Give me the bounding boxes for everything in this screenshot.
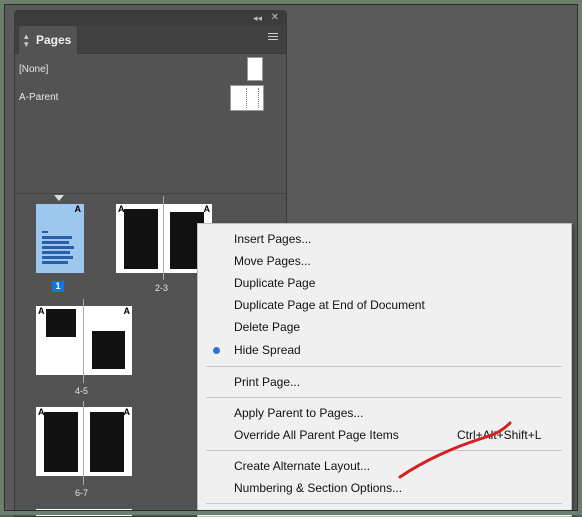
tab-sort-arrows-icon: ▴ ▾	[24, 31, 29, 49]
spread-spine	[83, 299, 84, 383]
menu-item-label: Insert Pages...	[234, 232, 312, 246]
parent-thumbnail	[230, 85, 264, 111]
text-block	[44, 412, 78, 472]
menu-separator	[206, 366, 562, 367]
parent-item-label: [None]	[19, 64, 49, 75]
text-block	[42, 246, 74, 249]
parent-indicator: A	[38, 306, 45, 316]
spread-thumbnail-6-7[interactable]: A A	[36, 407, 132, 476]
parent-indicator: A	[74, 204, 82, 214]
spread-spine	[83, 401, 84, 485]
menu-item-hide-spread[interactable]: Hide Spread	[198, 339, 571, 361]
text-block	[42, 261, 68, 264]
text-block	[42, 236, 72, 239]
parent-item-a-parent[interactable]: A-Parent	[15, 85, 286, 111]
current-page-marker-icon	[54, 195, 64, 201]
menu-item-delete-page[interactable]: Delete Page	[198, 316, 571, 338]
menu-item-insert-pages[interactable]: Insert Pages...	[198, 228, 571, 250]
spread-thumbnail-4-5[interactable]: A A	[36, 306, 132, 375]
spread-label: 6-7	[75, 488, 89, 498]
text-block	[46, 309, 76, 337]
menu-item-label: Duplicate Page	[234, 276, 316, 290]
menu-item-move-pages[interactable]: Move Pages...	[198, 250, 571, 272]
menu-item-duplicate-page[interactable]: Duplicate Page	[198, 272, 571, 294]
panel-title-bar[interactable]: ◂◂ ✕	[15, 11, 286, 25]
bullet-icon	[213, 347, 220, 354]
parents-pages-divider[interactable]	[15, 131, 286, 194]
page-number-badge[interactable]: 1	[52, 281, 64, 292]
menu-item-label: Duplicate Page at End of Document	[234, 298, 425, 312]
parent-thumbnail	[247, 57, 263, 81]
parent-item-label: A-Parent	[19, 92, 59, 103]
menu-item-label: Move Pages...	[234, 254, 311, 268]
menu-item-duplicate-page-at-end[interactable]: Duplicate Page at End of Document	[198, 294, 571, 316]
spread-thumbnail-partial[interactable]	[36, 509, 132, 516]
panel-menu-icon[interactable]	[268, 33, 278, 42]
parent-indicator: A	[123, 407, 131, 417]
text-block	[90, 412, 124, 472]
menu-item-label: Apply Parent to Pages...	[234, 406, 364, 420]
text-block	[92, 331, 125, 369]
parent-indicator: A	[123, 306, 131, 316]
menu-item-label: Hide Spread	[234, 343, 301, 357]
menu-item-label: Delete Page	[234, 320, 301, 334]
annotation-arrow	[398, 421, 512, 479]
spread-label: 4-5	[75, 386, 89, 396]
tab-pages-label: Pages	[36, 33, 72, 47]
text-block	[42, 231, 48, 233]
parent-indicator: A	[203, 204, 211, 214]
panel-tab-bar: ▴ ▾ Pages	[15, 25, 286, 54]
spread-spine	[163, 196, 164, 280]
page-thumbnail-1[interactable]: A	[36, 204, 84, 273]
close-icon[interactable]: ✕	[271, 11, 279, 25]
parent-item-none[interactable]: [None]	[15, 57, 286, 83]
menu-item-label: Print Page...	[234, 375, 301, 389]
text-block	[42, 256, 73, 259]
menu-item-label: Override All Parent Page Items	[234, 428, 399, 442]
spread-label: 2-3	[155, 283, 169, 293]
menu-item-print-page[interactable]: Print Page...	[198, 371, 571, 393]
text-block	[124, 209, 158, 269]
tab-pages[interactable]: ▴ ▾ Pages	[18, 25, 78, 54]
text-block	[42, 241, 69, 244]
menu-item-label: Numbering & Section Options...	[234, 481, 403, 495]
menu-separator	[206, 397, 562, 398]
menu-separator	[206, 503, 562, 504]
menu-item-label: Create Alternate Layout...	[234, 459, 371, 473]
collapse-double-arrow-icon[interactable]: ◂◂	[253, 11, 262, 25]
text-block	[42, 251, 70, 254]
